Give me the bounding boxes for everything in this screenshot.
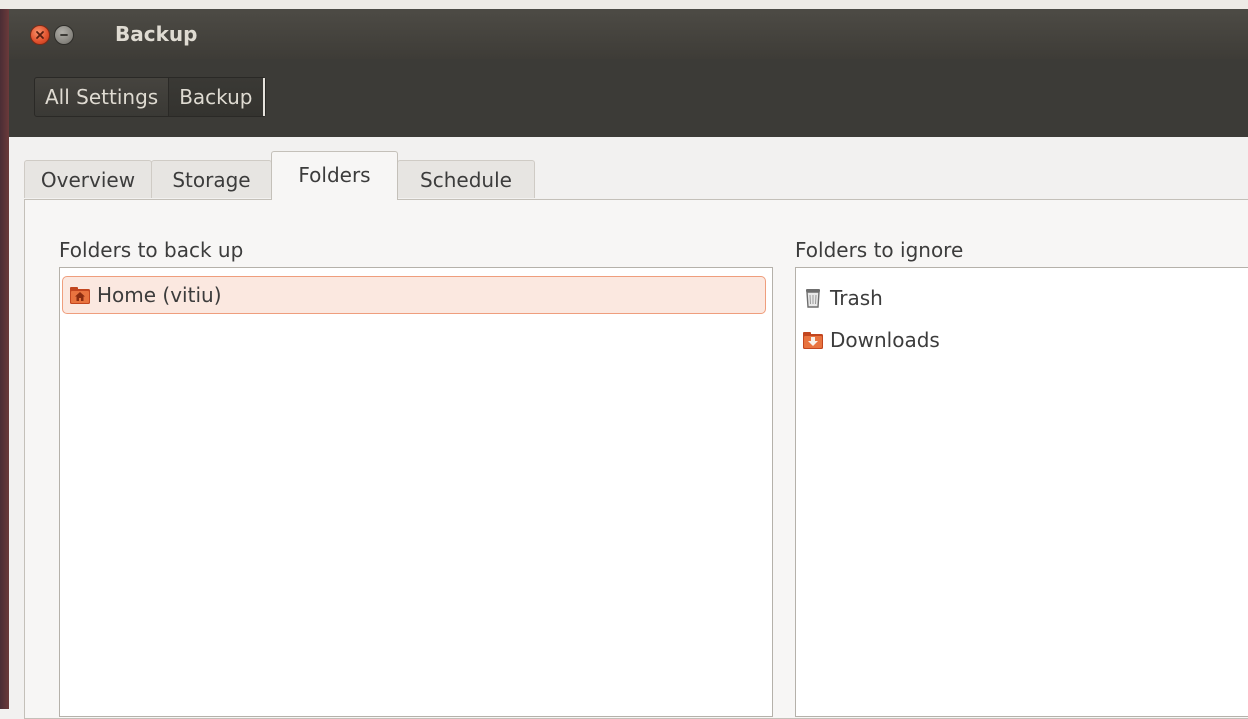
desktop-edge xyxy=(0,9,9,709)
home-folder-icon xyxy=(70,287,90,304)
tab-storage[interactable]: Storage xyxy=(151,160,272,198)
title-bar[interactable]: Backup xyxy=(9,9,1248,59)
toolbar: All Settings Backup xyxy=(9,59,1248,137)
trash-icon xyxy=(806,289,820,308)
breadcrumb: All Settings Backup xyxy=(34,77,266,117)
tab-schedule[interactable]: Schedule xyxy=(397,160,535,198)
minimize-icon xyxy=(60,34,68,36)
ignore-folders-list[interactable]: Trash Downloads xyxy=(795,267,1248,717)
close-icon xyxy=(36,31,44,39)
list-item-home[interactable]: Home (vitiu) xyxy=(62,276,766,314)
list-item-downloads[interactable]: Downloads xyxy=(802,321,940,359)
backup-folders-heading: Folders to back up xyxy=(59,238,244,262)
downloads-folder-icon xyxy=(803,332,823,349)
tab-overview[interactable]: Overview xyxy=(24,160,152,198)
breadcrumb-backup[interactable]: Backup xyxy=(168,78,265,116)
close-window-button[interactable] xyxy=(30,25,50,45)
list-item-label: Home (vitiu) xyxy=(97,283,222,307)
ignore-folders-heading: Folders to ignore xyxy=(795,238,964,262)
breadcrumb-all-settings[interactable]: All Settings xyxy=(35,78,168,116)
backup-folders-list[interactable]: Home (vitiu) xyxy=(59,267,773,717)
tab-folders[interactable]: Folders xyxy=(271,151,398,200)
minimize-window-button[interactable] xyxy=(54,25,74,45)
list-item-trash[interactable]: Trash xyxy=(802,279,883,317)
list-item-label: Trash xyxy=(830,286,883,310)
list-item-label: Downloads xyxy=(830,328,940,352)
window-title: Backup xyxy=(115,22,198,46)
